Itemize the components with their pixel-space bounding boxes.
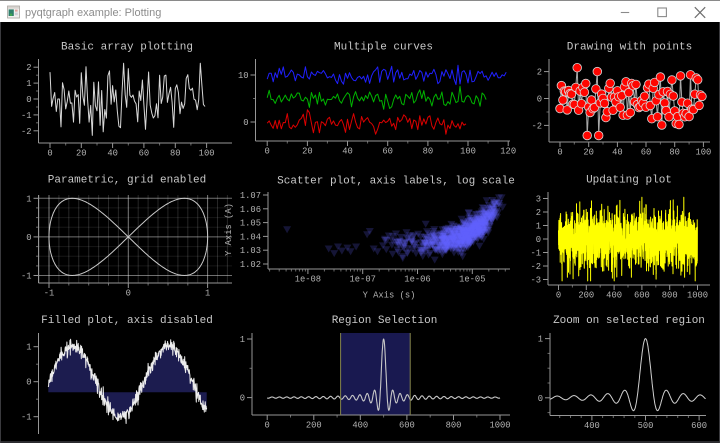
svg-text:-2: -2 xyxy=(531,121,542,131)
svg-text:80: 80 xyxy=(423,147,434,157)
svg-text:1: 1 xyxy=(536,222,541,232)
svg-text:1e-08: 1e-08 xyxy=(295,275,321,285)
svg-text:1.07: 1.07 xyxy=(240,191,261,201)
svg-text:0: 0 xyxy=(47,149,52,159)
svg-text:100: 100 xyxy=(460,147,476,157)
svg-text:1: 1 xyxy=(538,335,543,345)
svg-text:Region Selection: Region Selection xyxy=(332,315,438,327)
svg-text:-1: -1 xyxy=(21,272,32,282)
svg-text:20: 20 xyxy=(583,148,594,158)
svg-text:-1: -1 xyxy=(21,413,32,423)
svg-text:1: 1 xyxy=(205,289,210,299)
svg-text:400: 400 xyxy=(584,421,600,431)
svg-text:1: 1 xyxy=(240,335,245,345)
svg-text:Parametric, grid enabled: Parametric, grid enabled xyxy=(48,175,206,187)
svg-text:0: 0 xyxy=(265,147,270,157)
svg-text:60: 60 xyxy=(382,147,393,157)
svg-text:Filled plot, axis disabled: Filled plot, axis disabled xyxy=(41,315,213,327)
svg-text:100: 100 xyxy=(695,148,711,158)
svg-text:200: 200 xyxy=(578,291,594,301)
svg-text:1.06: 1.06 xyxy=(240,205,261,215)
svg-text:20: 20 xyxy=(302,147,313,157)
svg-text:2: 2 xyxy=(26,63,31,73)
svg-text:-2: -2 xyxy=(21,127,32,137)
svg-text:40: 40 xyxy=(107,149,118,159)
svg-text:1000: 1000 xyxy=(489,421,510,431)
svg-text:60: 60 xyxy=(139,149,150,159)
svg-text:Y Axis (A): Y Axis (A) xyxy=(224,203,234,256)
svg-text:-1: -1 xyxy=(21,111,32,121)
svg-text:40: 40 xyxy=(342,147,353,157)
svg-text:Basic array plotting: Basic array plotting xyxy=(61,42,193,54)
svg-text:0: 0 xyxy=(26,378,31,388)
svg-text:Y Axis (s): Y Axis (s) xyxy=(363,291,416,301)
svg-text:0: 0 xyxy=(536,235,541,245)
svg-text:1.05: 1.05 xyxy=(240,219,261,229)
svg-text:1.02: 1.02 xyxy=(240,260,261,270)
svg-text:-3: -3 xyxy=(530,276,541,286)
svg-text:2: 2 xyxy=(536,208,541,218)
svg-text:10: 10 xyxy=(238,71,249,81)
svg-text:-2: -2 xyxy=(530,262,541,272)
svg-text:-1: -1 xyxy=(44,289,55,299)
svg-text:800: 800 xyxy=(446,421,462,431)
svg-text:0: 0 xyxy=(556,291,561,301)
svg-text:3: 3 xyxy=(536,195,541,205)
svg-text:0: 0 xyxy=(26,233,31,243)
svg-text:Updating plot: Updating plot xyxy=(586,175,672,187)
svg-text:Multiple curves: Multiple curves xyxy=(334,42,433,54)
svg-text:400: 400 xyxy=(606,291,622,301)
svg-text:100: 100 xyxy=(199,149,215,159)
svg-text:1.04: 1.04 xyxy=(240,232,261,242)
svg-text:1.03: 1.03 xyxy=(240,246,261,256)
svg-text:0: 0 xyxy=(126,289,131,299)
svg-text:Drawing with points: Drawing with points xyxy=(567,42,692,54)
svg-text:Zoom on selected region: Zoom on selected region xyxy=(553,315,705,327)
svg-text:1: 1 xyxy=(26,194,31,204)
svg-text:0: 0 xyxy=(243,118,248,128)
svg-text:0: 0 xyxy=(26,95,31,105)
svg-text:80: 80 xyxy=(669,148,680,158)
svg-text:20: 20 xyxy=(76,149,87,159)
svg-text:600: 600 xyxy=(634,291,650,301)
svg-text:Scatter plot, axis labels, log: Scatter plot, axis labels, log scale xyxy=(277,176,515,188)
svg-text:0: 0 xyxy=(538,394,543,404)
svg-text:800: 800 xyxy=(662,291,678,301)
svg-text:0: 0 xyxy=(557,148,562,158)
svg-text:1: 1 xyxy=(26,79,31,89)
svg-text:1000: 1000 xyxy=(687,291,708,301)
svg-text:1e-07: 1e-07 xyxy=(349,275,375,285)
svg-text:600: 600 xyxy=(399,421,415,431)
svg-text:1e-05: 1e-05 xyxy=(459,275,485,285)
svg-text:40: 40 xyxy=(612,148,623,158)
svg-text:600: 600 xyxy=(691,421,707,431)
svg-text:400: 400 xyxy=(352,421,368,431)
svg-text:500: 500 xyxy=(638,421,654,431)
svg-text:1: 1 xyxy=(26,343,31,353)
svg-text:200: 200 xyxy=(306,421,322,431)
svg-text:0: 0 xyxy=(537,95,542,105)
svg-text:120: 120 xyxy=(500,147,516,157)
svg-text:1e-06: 1e-06 xyxy=(404,275,430,285)
svg-text:80: 80 xyxy=(170,149,181,159)
svg-text:pyqtgraph example: Plotting: pyqtgraph example: Plotting xyxy=(25,7,161,19)
svg-text:2: 2 xyxy=(537,68,542,78)
svg-text:-1: -1 xyxy=(530,249,541,259)
svg-text:60: 60 xyxy=(641,148,652,158)
svg-text:0: 0 xyxy=(265,421,270,431)
svg-text:0: 0 xyxy=(240,394,245,404)
